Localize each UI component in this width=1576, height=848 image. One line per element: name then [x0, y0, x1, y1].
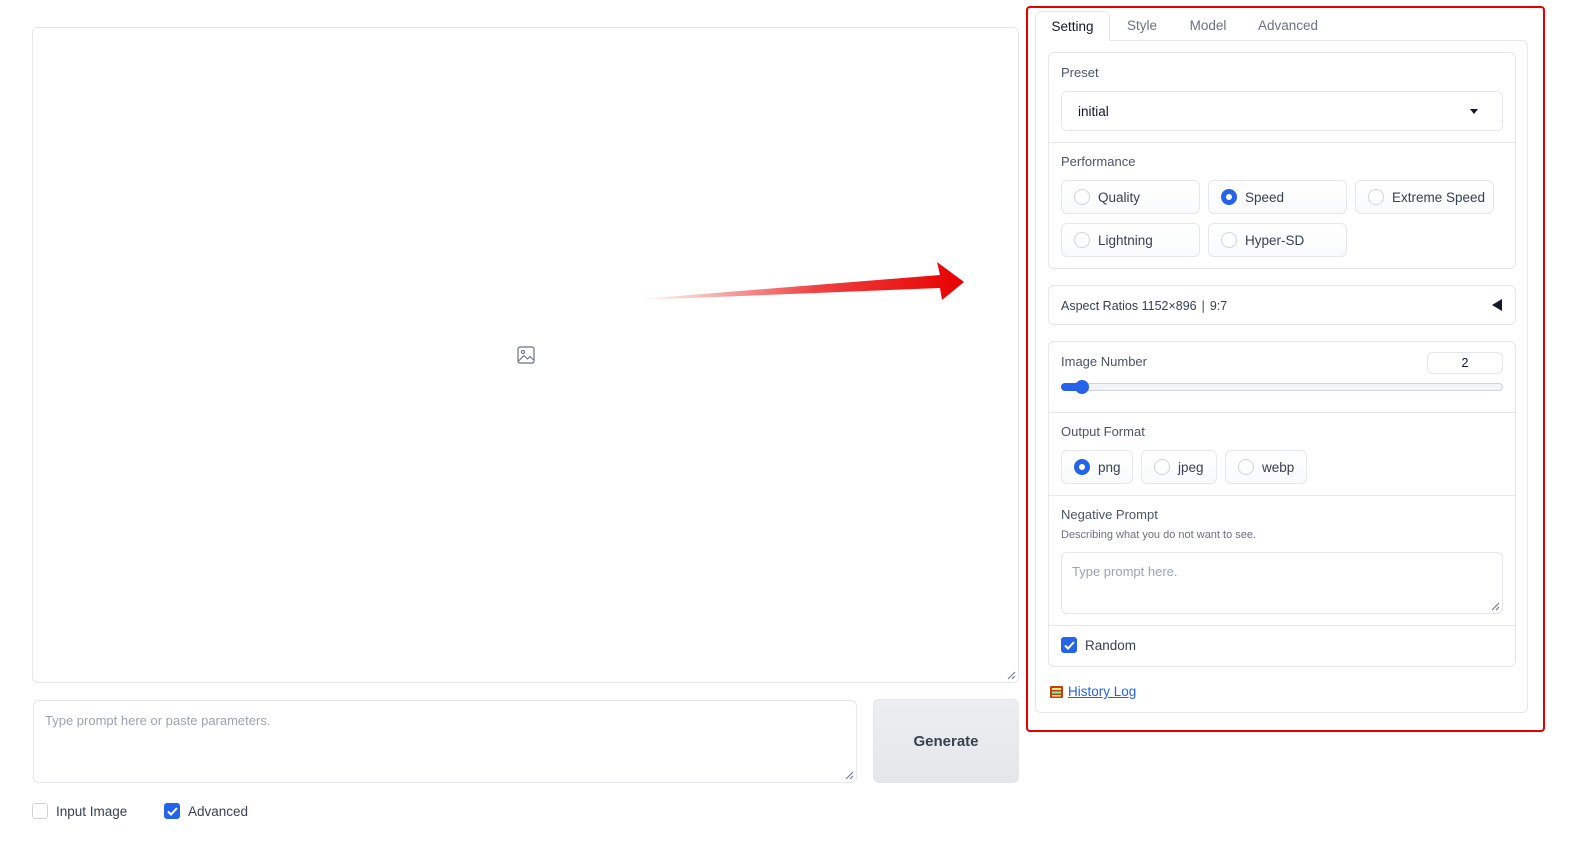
advanced-checkbox[interactable] [164, 803, 180, 819]
triangle-left-icon[interactable] [1492, 299, 1503, 311]
radio-png[interactable] [1074, 459, 1090, 475]
preset-dropdown[interactable]: initial [1061, 91, 1503, 131]
aspect-ratios-accordion[interactable]: Aspect Ratios 1152×896 ∣ 9:7 [1048, 285, 1516, 325]
preset-value: initial [1078, 103, 1109, 119]
tab-style[interactable]: Style [1110, 11, 1174, 41]
image-number-label: Image Number [1061, 354, 1147, 369]
option-label: Hyper-SD [1245, 232, 1305, 248]
chevron-down-icon [1470, 109, 1478, 114]
negative-prompt-info: Describing what you do not want to see. [1061, 529, 1257, 541]
advanced-label: Advanced [188, 803, 249, 819]
image-number-input[interactable]: 2 [1427, 352, 1503, 374]
input-image-label: Input Image [56, 803, 128, 819]
divider [1049, 625, 1515, 626]
option-label: Speed [1245, 189, 1285, 205]
resize-handle-icon[interactable] [1007, 671, 1016, 680]
generate-button[interactable]: Generate [873, 699, 1019, 783]
output-format-option-png[interactable]: png [1061, 450, 1133, 484]
performance-option-quality[interactable]: Quality [1061, 180, 1200, 214]
radio-hyper-sd[interactable] [1221, 232, 1237, 248]
option-label: jpeg [1178, 459, 1204, 475]
input-image-checkbox[interactable] [32, 803, 48, 819]
radio-quality[interactable] [1074, 189, 1090, 205]
history-log[interactable]: History Log [1049, 684, 1136, 699]
prompt-field[interactable] [33, 700, 857, 783]
prompt-input[interactable] [34, 701, 856, 782]
performance-option-extreme-speed[interactable]: Extreme Speed [1355, 180, 1494, 214]
option-label: Extreme Speed [1392, 189, 1486, 205]
divider [1049, 142, 1515, 143]
slider-thumb[interactable] [1075, 380, 1089, 394]
preset-performance-card: Preset initial Performance Quality Speed… [1048, 52, 1516, 269]
option-label: Lightning [1098, 232, 1153, 248]
option-label: Quality [1098, 189, 1141, 205]
input-image-option[interactable]: Input Image [32, 803, 127, 819]
negative-prompt-label: Negative Prompt [1061, 507, 1158, 522]
checkmark-icon [166, 806, 178, 816]
tab-advanced[interactable]: Advanced [1242, 11, 1334, 41]
performance-label: Performance [1061, 154, 1136, 169]
image-gallery[interactable] [32, 27, 1019, 683]
checkmark-icon [1063, 640, 1075, 650]
book-icon [1050, 685, 1063, 698]
settings-tabs: Setting Style Model Advanced [1035, 11, 1334, 41]
radio-extreme-speed[interactable] [1368, 189, 1384, 205]
setting-tab-panel: Preset initial Performance Quality Speed… [1035, 40, 1528, 713]
aspect-ratios-label: Aspect Ratios 1152×896 ∣ 9:7 [1061, 299, 1228, 313]
history-log-link[interactable]: History Log [1068, 684, 1136, 699]
divider [1049, 412, 1515, 413]
image-icon [517, 346, 535, 364]
divider [1049, 495, 1515, 496]
output-format-option-webp[interactable]: webp [1225, 450, 1307, 484]
resize-handle-icon[interactable] [1491, 602, 1500, 611]
option-label: webp [1262, 459, 1295, 475]
radio-speed[interactable] [1221, 189, 1237, 205]
radio-webp[interactable] [1238, 459, 1254, 475]
output-format-option-jpeg[interactable]: jpeg [1141, 450, 1217, 484]
resize-handle-icon[interactable] [845, 771, 854, 780]
radio-lightning[interactable] [1074, 232, 1090, 248]
performance-option-speed[interactable]: Speed [1208, 180, 1347, 214]
performance-option-hyper-sd[interactable]: Hyper-SD [1208, 223, 1347, 257]
negative-prompt-field[interactable] [1061, 552, 1503, 614]
image-number-slider[interactable] [1061, 383, 1503, 391]
radio-jpeg[interactable] [1154, 459, 1170, 475]
red-arrow-annotation [640, 262, 964, 300]
option-label: png [1098, 459, 1121, 475]
random-option[interactable]: Random [1061, 637, 1136, 653]
tab-setting[interactable]: Setting [1035, 11, 1110, 41]
tab-model[interactable]: Model [1174, 11, 1242, 41]
performance-option-lightning[interactable]: Lightning [1061, 223, 1200, 257]
advanced-option[interactable]: Advanced [164, 803, 248, 819]
output-format-label: Output Format [1061, 424, 1145, 439]
negative-prompt-input[interactable] [1062, 553, 1502, 613]
generation-options-card: Image Number 2 Output Format png jpeg we… [1048, 341, 1516, 667]
random-label: Random [1085, 637, 1137, 653]
preset-label: Preset [1061, 65, 1099, 80]
random-checkbox[interactable] [1061, 637, 1077, 653]
